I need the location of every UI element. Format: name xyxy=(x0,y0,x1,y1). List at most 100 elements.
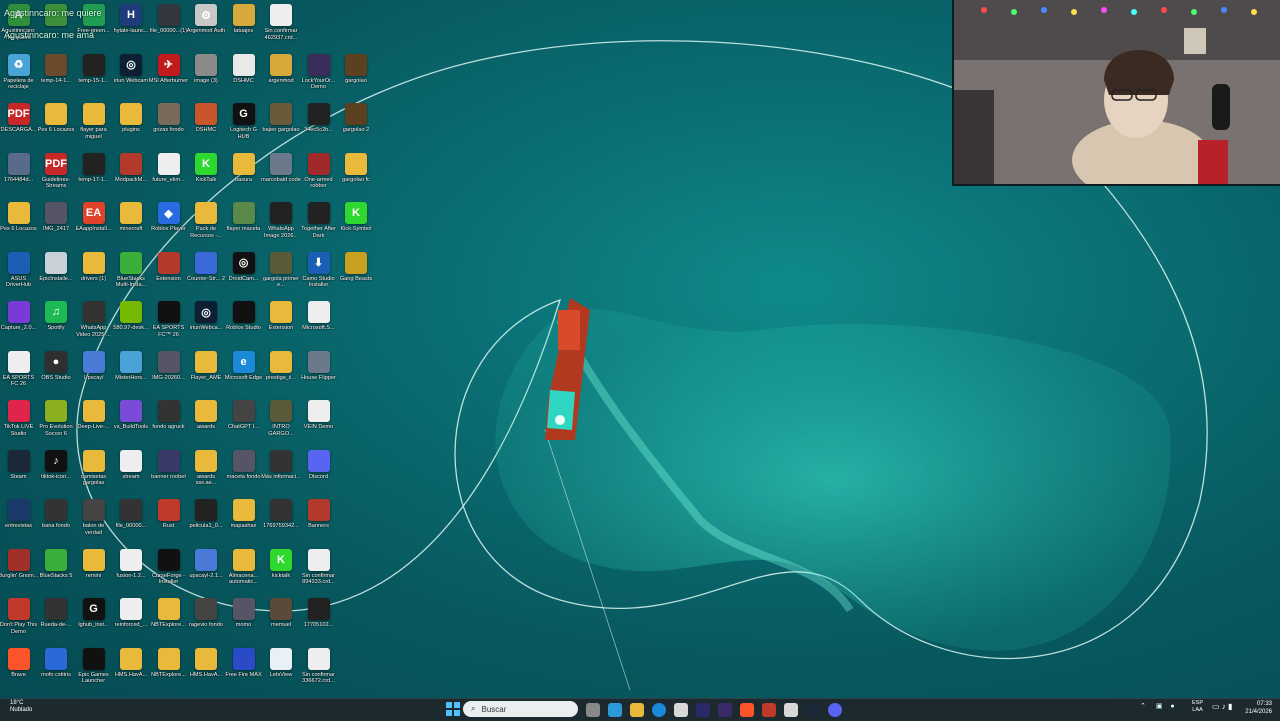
desktop-icon[interactable]: 580.97-desk... xyxy=(113,301,150,350)
desktop-icon[interactable]: CurseForge - Installer xyxy=(150,548,187,598)
desktop-icon[interactable]: mapashax xyxy=(225,499,262,548)
desktop-icon[interactable]: 17705102... xyxy=(300,598,337,647)
desktop-icon[interactable]: G Logitech G HUB xyxy=(225,103,262,152)
desktop-icon[interactable]: Capture_2.0... xyxy=(0,301,37,350)
desktop-icon[interactable]: Sin confirmar 894333.crd... xyxy=(300,548,337,598)
desktop-icon[interactable]: ⬇ Camo Studio Installer xyxy=(300,251,337,301)
desktop-icon[interactable]: bana fondo xyxy=(38,499,75,548)
desktop-icon[interactable]: BlueStacks 5 xyxy=(38,548,75,598)
desktop-icon[interactable]: vs_BuildTools xyxy=(113,400,150,449)
brave-icon[interactable] xyxy=(740,703,754,717)
desktop-icon[interactable]: Counter-Str... 2 xyxy=(187,251,225,301)
desktop-icon[interactable]: ◆ Roblox Player xyxy=(150,202,187,251)
desktop-icon[interactable]: drivers (1) xyxy=(75,251,112,301)
desktop-icon[interactable]: mofo cstitris xyxy=(38,647,75,697)
desktop-icon[interactable]: temp-14-1... xyxy=(38,53,75,103)
desktop-icon[interactable]: HMS.HavA... xyxy=(188,647,225,697)
desktop-icon[interactable]: ASUS DriverHub xyxy=(0,251,37,301)
desktop-icon[interactable]: basura xyxy=(225,152,262,202)
desktop-icon[interactable]: Microsoft.S... xyxy=(300,301,337,350)
desktop-icon[interactable]: Pes 6 Locazos xyxy=(0,202,37,251)
desktop-icon[interactable]: Banners xyxy=(300,499,337,548)
desktop-icon[interactable]: Brave xyxy=(0,647,37,697)
desktop-icon[interactable]: upscayl-2.1... xyxy=(188,548,225,598)
start-button[interactable] xyxy=(446,702,460,721)
desktop-icon[interactable]: 1764484d... xyxy=(0,152,37,202)
desktop-icon[interactable]: gargola primer e... xyxy=(263,251,300,301)
desktop-icon[interactable]: WhatsApp Image 2026... xyxy=(263,202,300,251)
desktop-icon[interactable]: Más informaci... xyxy=(261,449,301,499)
desktop-icon[interactable]: Upscayl xyxy=(75,350,112,400)
desktop-icon[interactable]: K KickTalk xyxy=(188,152,225,202)
desktop-icon[interactable]: Hhytale-launc... xyxy=(113,4,150,53)
desktop-icon[interactable]: VEIN Demo xyxy=(300,400,337,449)
desktop-icon[interactable]: future_elim... xyxy=(150,152,187,202)
desktop-icon[interactable]: tatuajes xyxy=(225,4,262,53)
quick-settings[interactable]: ▭ ♪ ▮ xyxy=(1212,702,1232,711)
language-indicator[interactable]: ESP LAA xyxy=(1192,700,1203,714)
desktop-icon[interactable]: EpicInstalle... xyxy=(38,251,75,301)
desktop-icon[interactable]: LockYourOr... Demo xyxy=(300,53,337,103)
desktop-icon[interactable]: PDF Guidelines-Streams xyxy=(38,152,75,202)
desktop-icon[interactable]: Extension xyxy=(263,301,300,350)
desktop-icon[interactable]: gargolao fc xyxy=(338,152,375,202)
desktop-icon[interactable]: Pro Evolution Soccer 6 xyxy=(38,400,75,449)
desktop-icon[interactable]: One-armed robber xyxy=(300,152,337,202)
desktop-icon[interactable]: Free Fire MAX xyxy=(225,647,262,697)
desktop-icon[interactable]: camisetas gargolas xyxy=(75,449,112,499)
desktop-icon[interactable]: ModpackM... xyxy=(113,152,150,202)
desktop-icon[interactable]: IMG-20260... xyxy=(150,350,187,400)
desktop-icon[interactable]: marcobaid code xyxy=(261,152,301,202)
desktop-icon[interactable]: ● OBS Studio xyxy=(38,350,75,400)
desktop-icon[interactable]: flayer maceta xyxy=(225,202,262,251)
desktop-icon[interactable]: Don't Play This Demo xyxy=(0,598,37,647)
desktop-icon[interactable]: Sin confirmar 462937.crd... xyxy=(263,4,300,53)
tray-app-icon[interactable]: ▣ xyxy=(1156,703,1163,710)
desktop-icon[interactable]: temp-15-1... xyxy=(75,53,112,103)
desktop-icon[interactable]: Kkicktalk xyxy=(263,548,300,598)
desktop-icon[interactable]: flayer para miguel xyxy=(75,103,112,152)
desktop-icon[interactable]: Gang Beasts xyxy=(338,251,375,301)
desktop-icon[interactable]: Burglin' Gnom... xyxy=(0,548,38,598)
desktop-icon[interactable]: fondo agruck xyxy=(150,400,187,449)
desktop-icon[interactable]: Rust xyxy=(150,499,187,548)
taskbar-search[interactable]: ⌕ Buscar xyxy=(463,701,578,717)
desktop-icon[interactable]: LetsView xyxy=(263,647,300,697)
desktop-icon[interactable]: EA EAappInstall... xyxy=(75,202,112,251)
desktop-icon[interactable]: ♪ tiktok-icon... xyxy=(38,449,75,499)
desktop-icon[interactable]: bajeo gargolao xyxy=(262,103,300,152)
desktop-icon[interactable]: TikTok LIVE Studio xyxy=(0,400,37,449)
desktop-icon[interactable]: Glghub_inst... xyxy=(75,598,112,647)
system-tray[interactable]: ⌃ ▣ ● xyxy=(1140,702,1175,710)
desktop-icon[interactable]: grizas fondo xyxy=(150,103,187,152)
copilot-icon[interactable] xyxy=(608,703,622,717)
chevron-up-icon[interactable]: ⌃ xyxy=(1140,703,1146,710)
desktop-icon[interactable]: gargolao 2 xyxy=(338,103,375,152)
desktop-icon[interactable]: ♫ Spotify xyxy=(38,301,75,350)
desktop-icon[interactable]: stream xyxy=(113,449,150,499)
settings-icon[interactable] xyxy=(784,703,798,717)
desktop-icon[interactable]: Sin confirmar 336672.crd... xyxy=(300,647,337,697)
desktop-icon[interactable]: fusion-1.2... xyxy=(113,548,150,598)
desktop-icon[interactable]: gargolao xyxy=(338,53,375,103)
desktop-icon[interactable]: minecraft xyxy=(113,202,150,251)
desktop-icon[interactable]: Deep-Live-... xyxy=(75,400,112,449)
desktop-icon[interactable]: EA SPORTS FC™ 26 xyxy=(150,301,187,350)
desktop-icon[interactable]: temp-17-1... xyxy=(75,152,112,202)
desktop-icon[interactable]: file_00000... xyxy=(113,499,150,548)
steam-icon[interactable] xyxy=(806,703,820,717)
desktop-icon[interactable]: Rueda-de-... xyxy=(38,598,75,647)
desktop-icon[interactable]: banner roobet xyxy=(150,449,187,499)
desktop-icon[interactable]: pelicula1_0... xyxy=(188,499,225,548)
desktop-icon[interactable]: K Kick-Symbol xyxy=(338,202,375,251)
desktop-icon[interactable]: HMS.HavA... xyxy=(113,647,150,697)
desktop-icon[interactable]: Together After Dark xyxy=(300,202,337,251)
desktop-icon[interactable]: 34ec5c2b... xyxy=(300,103,337,152)
desktop-icon[interactable]: prestige_ii... xyxy=(263,350,300,400)
desktop-icon[interactable]: NBTExplore... xyxy=(150,647,187,697)
desktop-icon[interactable]: IMG_2417 xyxy=(38,202,75,251)
desktop-icon[interactable]: ChatGPT I... xyxy=(225,400,262,449)
desktop-icon[interactable]: ◎ iriunWebca... xyxy=(188,301,225,350)
desktop-icon[interactable]: 1769759342... xyxy=(263,499,300,548)
desktop-icon[interactable]: Extension xyxy=(150,251,187,301)
